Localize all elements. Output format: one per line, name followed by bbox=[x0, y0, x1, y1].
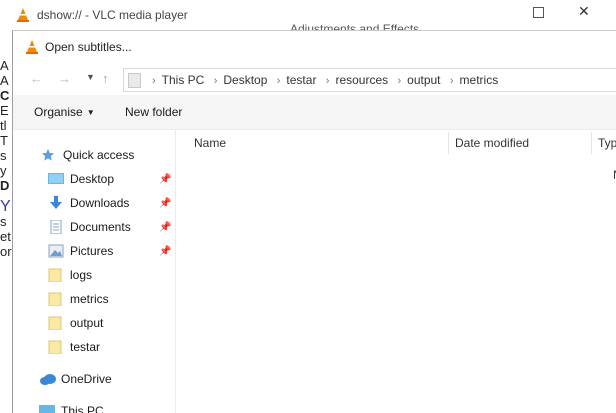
breadcrumb-resources[interactable]: resources bbox=[335, 73, 388, 87]
column-header-name[interactable]: Name bbox=[194, 136, 226, 158]
nav-item-label: OneDrive bbox=[61, 372, 112, 386]
breadcrumb-separator-icon[interactable]: › bbox=[450, 75, 454, 87]
nav-item-label: Pictures bbox=[70, 244, 114, 258]
back-arrow-icon[interactable]: ← bbox=[30, 71, 43, 86]
breadcrumb-metrics[interactable]: metrics bbox=[460, 73, 499, 87]
nav-item-label: Documents bbox=[70, 220, 131, 234]
desktop-folder-icon bbox=[48, 172, 64, 186]
pin-icon[interactable]: 📌 bbox=[159, 222, 171, 233]
nav-item-label: Desktop bbox=[70, 172, 115, 186]
pin-icon[interactable]: 📌 bbox=[159, 174, 171, 185]
folder-icon bbox=[48, 316, 64, 331]
organise-label: Organise bbox=[34, 105, 83, 119]
navigation-row: ← → ▼ ↑ › This PC › Desktop › testar › resou… bbox=[13, 63, 616, 95]
chevron-down-icon: ▼ bbox=[86, 108, 95, 117]
nav-item-label: Quick access bbox=[63, 148, 135, 162]
column-header-type[interactable]: Typ bbox=[598, 136, 616, 158]
breadcrumb: › This PC › Desktop › testar › resources › ou… bbox=[146, 73, 498, 87]
organise-button[interactable]: Organise ▼ bbox=[34, 105, 95, 119]
fragment: y bbox=[0, 163, 7, 178]
nav-item-label: metrics bbox=[70, 292, 109, 306]
fragment: or bbox=[0, 244, 12, 259]
pin-icon[interactable]: 📌 bbox=[159, 246, 171, 257]
fragment: E bbox=[0, 103, 9, 118]
pictures-folder-icon bbox=[48, 244, 64, 258]
dialog-titlebar[interactable]: Open subtitles... bbox=[13, 31, 616, 63]
nav-item-label: testar bbox=[70, 340, 101, 354]
breadcrumb-separator-icon[interactable]: › bbox=[214, 75, 218, 87]
vlc-cone-icon bbox=[25, 39, 39, 58]
documents-folder-icon bbox=[48, 219, 64, 235]
breadcrumb-separator-icon[interactable]: › bbox=[326, 75, 330, 87]
forward-arrow-icon[interactable]: → bbox=[58, 71, 71, 86]
cloud-icon bbox=[39, 372, 56, 386]
fragment: et bbox=[0, 229, 11, 244]
nav-item-label: output bbox=[70, 316, 104, 330]
pin-icon[interactable]: 📌 bbox=[159, 198, 171, 209]
close-icon[interactable]: ✕ bbox=[578, 3, 590, 20]
location-icon bbox=[128, 73, 141, 88]
star-icon bbox=[41, 148, 57, 162]
fragment: D bbox=[0, 178, 10, 193]
open-subtitles-dialog: Open subtitles... ← → ▼ ↑ › This PC › Desk… bbox=[12, 30, 616, 413]
breadcrumb-testar[interactable]: testar bbox=[286, 73, 316, 87]
navigation-pane: Quick access Desktop 📌 Downloads 📌 Docum… bbox=[13, 130, 176, 413]
breadcrumb-output[interactable]: output bbox=[407, 73, 440, 87]
fragment: tl bbox=[0, 118, 7, 133]
background-text-fragments: A A C E tl T s y D Y s et or bbox=[0, 58, 12, 412]
folder-icon bbox=[48, 292, 64, 307]
column-header-date-modified[interactable]: Date modified bbox=[455, 136, 529, 158]
breadcrumb-separator-icon[interactable]: › bbox=[152, 75, 156, 87]
fragment: s bbox=[0, 148, 7, 163]
vlc-cone-icon bbox=[16, 7, 30, 26]
fragment: A bbox=[0, 58, 9, 73]
maximize-icon[interactable] bbox=[533, 7, 544, 18]
fragment: s bbox=[0, 214, 7, 229]
folder-icon bbox=[48, 268, 64, 283]
fragment: T bbox=[0, 133, 8, 148]
folder-icon bbox=[48, 340, 64, 355]
vlc-window-title: dshow:// - VLC media player bbox=[37, 8, 188, 22]
column-divider[interactable] bbox=[591, 132, 592, 154]
nav-item-label: Downloads bbox=[70, 196, 130, 210]
breadcrumb-desktop[interactable]: Desktop bbox=[223, 73, 267, 87]
new-folder-button[interactable]: New folder bbox=[125, 105, 182, 119]
breadcrumb-separator-icon[interactable]: › bbox=[277, 75, 281, 87]
breadcrumb-separator-icon[interactable]: › bbox=[397, 75, 401, 87]
toolbar: Organise ▼ New folder bbox=[13, 95, 616, 130]
fragment: A bbox=[0, 73, 9, 88]
dialog-title: Open subtitles... bbox=[45, 40, 132, 54]
address-bar[interactable]: › This PC › Desktop › testar › resources › ou… bbox=[123, 68, 616, 92]
file-list: Name Date modified Typ N bbox=[176, 130, 616, 413]
nav-item-label: logs bbox=[70, 268, 93, 282]
up-arrow-icon[interactable]: ↑ bbox=[102, 71, 109, 86]
breadcrumb-this-pc[interactable]: This PC bbox=[162, 73, 205, 87]
recent-locations-chevron-icon[interactable]: ▼ bbox=[86, 72, 95, 82]
downloads-folder-icon bbox=[48, 196, 64, 210]
fragment: Y bbox=[0, 198, 11, 215]
fragment: C bbox=[0, 88, 10, 103]
column-divider[interactable] bbox=[448, 132, 449, 154]
